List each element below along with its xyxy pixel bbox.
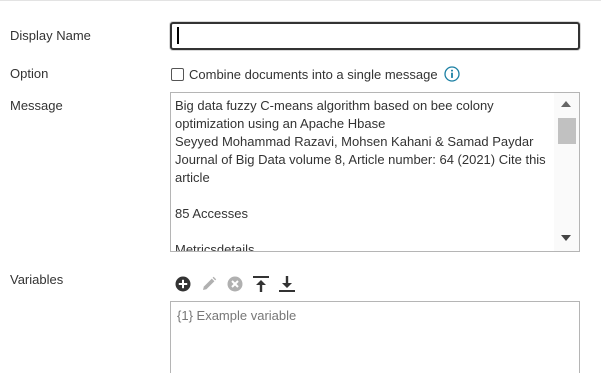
move-to-top-button[interactable] bbox=[252, 275, 270, 293]
variables-label: Variables bbox=[10, 272, 64, 287]
combine-documents-option[interactable]: Combine documents into a single message bbox=[170, 65, 460, 83]
info-icon[interactable] bbox=[443, 66, 460, 82]
variables-placeholder: {1} Example variable bbox=[177, 308, 297, 323]
scroll-up-arrow-icon[interactable] bbox=[561, 101, 571, 107]
option-label: Option bbox=[10, 66, 49, 81]
message-settings-form: Display Name Option Combine documents in… bbox=[0, 0, 601, 373]
display-name-input[interactable] bbox=[170, 22, 580, 50]
move-to-bottom-button[interactable] bbox=[278, 275, 296, 293]
message-scrollbar[interactable] bbox=[554, 93, 579, 251]
move-bottom-icon bbox=[279, 276, 295, 292]
variables-toolbar bbox=[174, 274, 304, 294]
pencil-icon bbox=[203, 276, 217, 290]
message-text[interactable]: Big data fuzzy C-means algorithm based o… bbox=[175, 97, 555, 251]
message-label: Message bbox=[10, 98, 63, 113]
add-variable-button[interactable] bbox=[174, 275, 192, 293]
delete-variable-button[interactable] bbox=[226, 275, 244, 293]
combine-documents-label[interactable]: Combine documents into a single message bbox=[189, 67, 438, 82]
variables-list[interactable]: {1} Example variable bbox=[170, 301, 580, 373]
close-circle-icon bbox=[227, 276, 243, 292]
move-top-icon bbox=[253, 276, 269, 292]
scroll-down-arrow-icon[interactable] bbox=[561, 235, 571, 241]
message-textarea[interactable]: Big data fuzzy C-means algorithm based o… bbox=[170, 92, 580, 252]
plus-circle-icon bbox=[175, 276, 191, 292]
scroll-thumb[interactable] bbox=[558, 118, 576, 144]
combine-documents-checkbox[interactable] bbox=[171, 67, 184, 81]
text-cursor bbox=[177, 27, 179, 44]
edit-variable-button[interactable] bbox=[200, 275, 218, 293]
display-name-label: Display Name bbox=[10, 28, 91, 43]
